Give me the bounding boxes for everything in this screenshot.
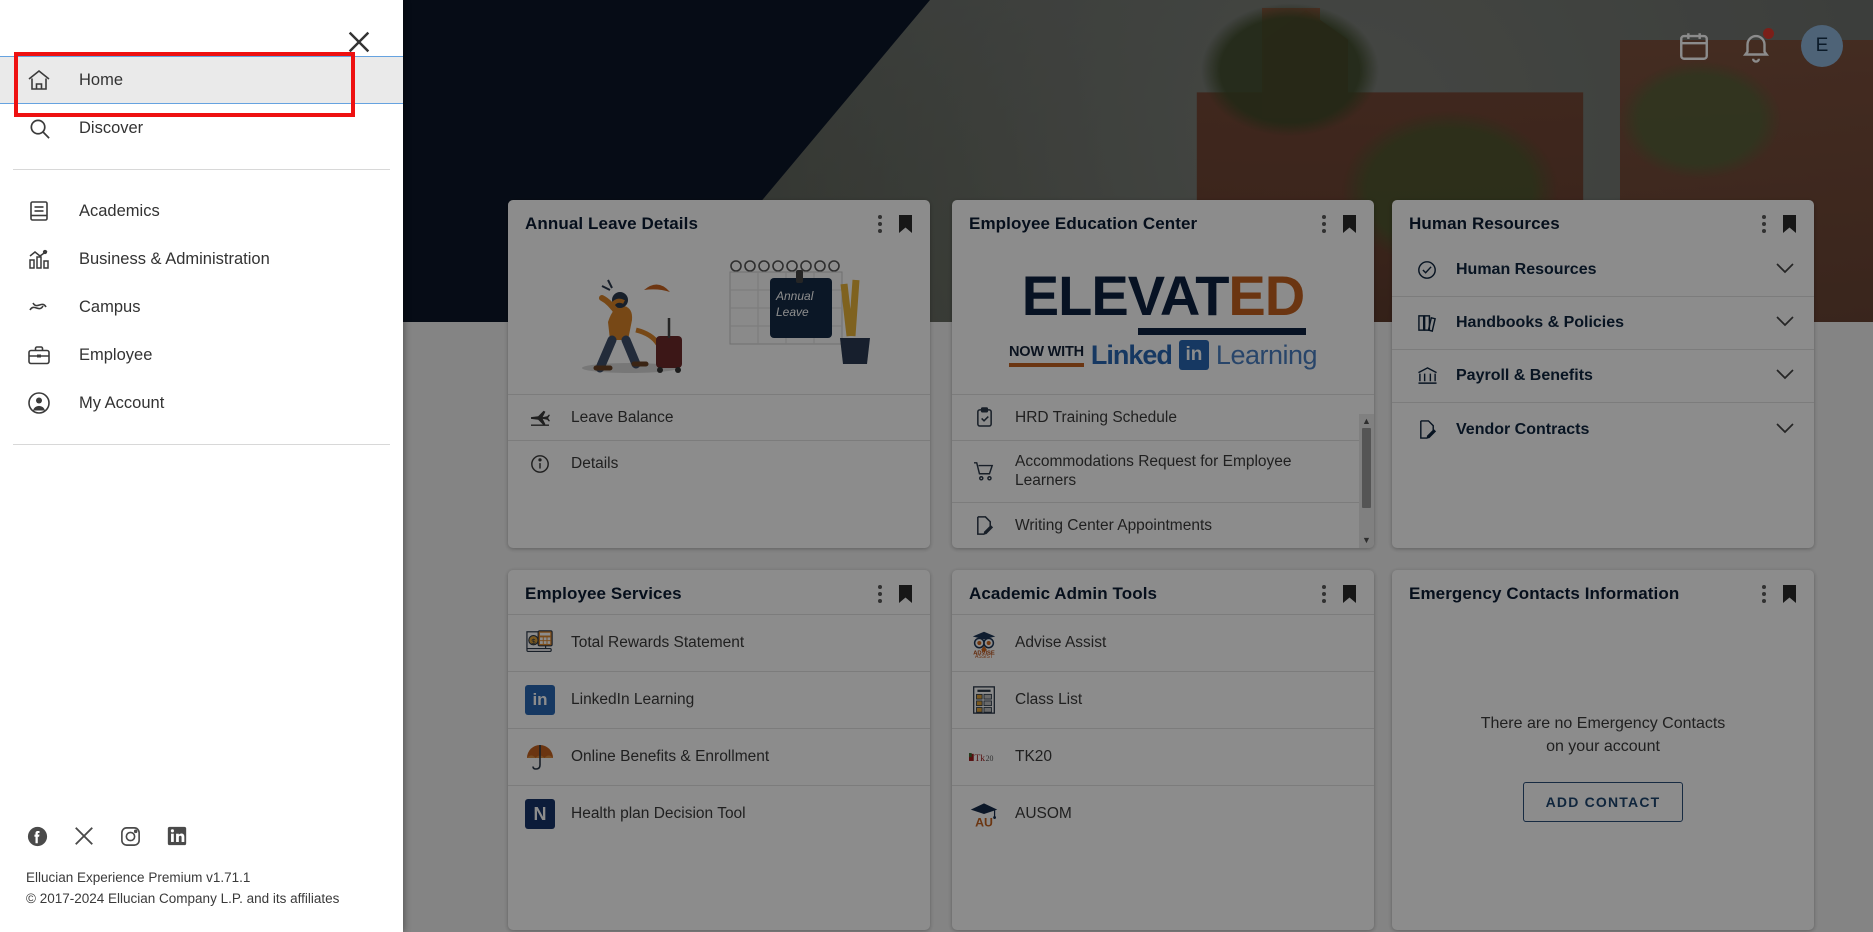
sidebar-item-label: Employee	[79, 345, 153, 364]
sidebar-item-home[interactable]: Home	[0, 56, 403, 104]
sidebar-item-my-account[interactable]: My Account	[0, 379, 403, 427]
linkedin-icon[interactable]	[166, 825, 188, 853]
version-line: Ellucian Experience Premium v1.71.1	[26, 869, 251, 885]
sidebar-item-business-administration[interactable]: Business & Administration	[0, 235, 403, 283]
sidebar-item-label: Campus	[79, 297, 141, 316]
social-links	[0, 825, 403, 867]
sidebar-item-label: Academics	[79, 201, 160, 220]
drawer-spacer	[0, 462, 403, 825]
navigation-drawer: Home Discover Academics Business & Admin…	[0, 0, 403, 932]
sidebar-item-label: Business & Administration	[79, 249, 270, 268]
x-twitter-icon[interactable]	[73, 825, 95, 853]
chart-icon	[26, 248, 52, 270]
home-icon	[26, 69, 52, 91]
app-root: E Annual Leave Details Annual Leave Leav…	[0, 0, 1873, 932]
legal-text: Ellucian Experience Premium v1.71.1 © 20…	[0, 867, 403, 932]
divider	[13, 169, 390, 170]
divider	[13, 444, 390, 445]
search-icon	[26, 117, 52, 140]
briefcase-icon	[26, 345, 52, 366]
campus-icon	[26, 297, 52, 317]
sidebar-item-employee[interactable]: Employee	[0, 331, 403, 379]
book-icon	[26, 200, 52, 222]
sidebar-item-label: Home	[79, 70, 124, 89]
instagram-icon[interactable]	[119, 825, 142, 853]
sidebar-item-label: Discover	[79, 118, 144, 137]
sidebar-item-campus[interactable]: Campus	[0, 283, 403, 331]
sidebar-item-discover[interactable]: Discover	[0, 104, 403, 152]
close-icon[interactable]	[345, 28, 373, 56]
copyright-line: © 2017-2024 Ellucian Company L.P. and it…	[26, 891, 340, 907]
sidebar-item-label: My Account	[79, 393, 165, 412]
facebook-icon[interactable]	[26, 825, 49, 853]
person-icon	[26, 391, 52, 415]
sidebar-item-academics[interactable]: Academics	[0, 187, 403, 235]
